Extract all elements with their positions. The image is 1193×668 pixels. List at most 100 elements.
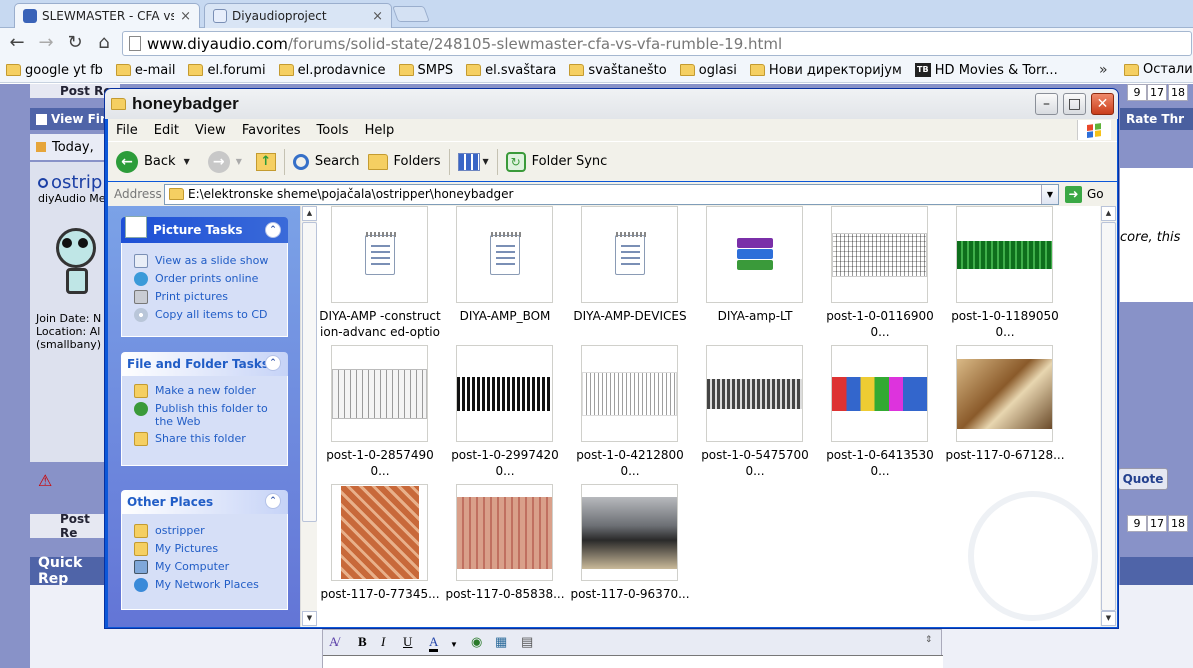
bookmark-folder[interactable]: el.svaštara: [466, 63, 556, 78]
collapse-chevron-icon[interactable]: ⌃: [265, 493, 281, 509]
scroll-down-icon[interactable]: ▼: [1101, 611, 1116, 626]
collapse-chevron-icon[interactable]: ⌃: [265, 355, 281, 371]
menu-help[interactable]: Help: [357, 123, 403, 138]
new-tab-button[interactable]: [392, 6, 430, 22]
menu-favorites[interactable]: Favorites: [234, 123, 309, 138]
menu-file[interactable]: File: [108, 123, 146, 138]
minimize-button[interactable]: –: [1035, 93, 1058, 115]
insert-link-icon[interactable]: ◉: [471, 634, 482, 652]
home-icon[interactable]: ⌂: [93, 32, 115, 54]
bookmark-hd-movies[interactable]: TB HD Movies & Torr...: [914, 63, 1058, 78]
menu-edit[interactable]: Edit: [146, 123, 187, 138]
file-item[interactable]: post-117-0-77345...: [318, 484, 442, 602]
other-bookmarks[interactable]: Остали о: [1124, 62, 1193, 77]
font-color-icon[interactable]: A: [429, 634, 439, 652]
bookmark-folder[interactable]: e-mail: [115, 63, 175, 78]
file-item[interactable]: post-1-0-01169000...: [818, 206, 942, 340]
go-button[interactable]: ➜ Go: [1065, 185, 1104, 203]
bookmark-folder[interactable]: svaštanešto: [569, 63, 667, 78]
window-titlebar[interactable]: honeybadger – □ ✕: [105, 89, 1118, 119]
maximize-button[interactable]: □: [1063, 93, 1086, 115]
page-number[interactable]: 17: [1147, 84, 1167, 101]
forward-dropdown-icon[interactable]: ▼: [236, 157, 242, 166]
insert-image-icon[interactable]: ▦: [495, 634, 507, 652]
view-first-unread[interactable]: View Fir: [30, 108, 110, 130]
resize-editor-icon[interactable]: ⇕: [925, 634, 933, 652]
back-dropdown-icon[interactable]: ▼: [184, 157, 190, 166]
menu-view[interactable]: View: [187, 123, 234, 138]
collapse-chevron-icon[interactable]: ⌃: [265, 222, 281, 238]
scroll-thumb[interactable]: [1101, 222, 1116, 611]
task-slide-show[interactable]: View as a slide show: [122, 252, 287, 270]
page-number[interactable]: 17: [1147, 515, 1167, 532]
scroll-thumb[interactable]: [302, 222, 317, 522]
picture-tasks-header[interactable]: Picture Tasks ⌃: [121, 216, 288, 243]
file-item[interactable]: post-117-0-85838...: [443, 484, 567, 602]
forward-button[interactable]: → ▼: [198, 150, 242, 173]
post-reply-button[interactable]: Post Re: [30, 512, 110, 540]
folders-button[interactable]: Folders: [367, 153, 441, 170]
close-button[interactable]: ✕: [1091, 93, 1114, 115]
username[interactable]: ostrip: [38, 172, 102, 193]
file-item[interactable]: post-117-0-96370...: [568, 484, 692, 602]
underline-icon[interactable]: U: [403, 634, 412, 652]
report-post-icon[interactable]: ⚠: [38, 471, 52, 490]
quote-button[interactable]: Quote: [1118, 468, 1168, 490]
task-share-folder[interactable]: Share this folder: [122, 430, 287, 448]
bookmark-folder[interactable]: el.forumi: [188, 63, 266, 78]
scroll-up-icon[interactable]: ▲: [1101, 206, 1116, 221]
tab-diyaudioproject[interactable]: Diyaudioproject ×: [204, 3, 392, 28]
scroll-up-icon[interactable]: ▲: [302, 206, 317, 221]
search-button[interactable]: Search: [292, 153, 360, 170]
page-number[interactable]: 18: [1168, 515, 1188, 532]
other-places-header[interactable]: Other Places ⌃: [121, 490, 288, 514]
bookmark-folder[interactable]: Нови директоријум: [749, 63, 902, 78]
task-order-prints[interactable]: Order prints online: [122, 270, 287, 288]
file-item[interactable]: post-1-0-11890500...: [943, 206, 1067, 340]
close-tab-icon[interactable]: ×: [372, 9, 383, 24]
menu-tools[interactable]: Tools: [309, 123, 357, 138]
place-my-pictures[interactable]: My Pictures: [122, 540, 287, 558]
file-item[interactable]: DIYA-AMP-DEVICES: [568, 206, 692, 324]
bookmark-folder[interactable]: el.prodavnice: [278, 63, 386, 78]
task-print-pictures[interactable]: Print pictures: [122, 288, 287, 306]
reply-textarea[interactable]: [323, 655, 943, 668]
file-item[interactable]: post-1-0-28574900...: [318, 345, 442, 479]
folder-sync-button[interactable]: ↻ Folder Sync: [505, 151, 607, 172]
place-my-network[interactable]: My Network Places: [122, 576, 287, 594]
rate-thread-button[interactable]: Rate Thr: [1120, 108, 1193, 130]
page-number[interactable]: 9: [1127, 515, 1147, 532]
bookmark-folder[interactable]: google yt fb: [6, 63, 103, 78]
address-dropdown-icon[interactable]: ▼: [1041, 184, 1058, 204]
insert-quote-icon[interactable]: ▤: [521, 634, 533, 652]
task-publish-web[interactable]: Publish this folder to the Web: [122, 400, 287, 430]
place-my-computer[interactable]: My Computer: [122, 558, 287, 576]
page-number[interactable]: 18: [1168, 84, 1188, 101]
file-item[interactable]: DIYA-AMP_BOM: [443, 206, 567, 324]
address-field[interactable]: E:\elektronske sheme\pojačala\ostripper\…: [164, 183, 1059, 205]
file-item[interactable]: post-117-0-67128...: [943, 345, 1067, 463]
task-new-folder[interactable]: Make a new folder: [122, 382, 287, 400]
file-item[interactable]: post-1-0-54757000...: [693, 345, 817, 479]
up-folder-button[interactable]: ↑: [250, 152, 276, 171]
bold-icon[interactable]: B: [358, 634, 367, 652]
reload-icon[interactable]: ↻: [64, 32, 86, 54]
file-item[interactable]: post-1-0-42128000...: [568, 345, 692, 479]
page-number[interactable]: 9: [1127, 84, 1147, 101]
bookmark-folder[interactable]: oglasi: [679, 63, 737, 78]
bookmark-folder[interactable]: SMPS: [398, 63, 453, 78]
bookmarks-overflow-chevron[interactable]: »: [1099, 62, 1108, 78]
file-folder-tasks-header[interactable]: File and Folder Tasks ⌃: [121, 352, 288, 376]
task-copy-to-cd[interactable]: Copy all items to CD: [122, 306, 287, 324]
address-bar[interactable]: www.diyaudio.com /forums/solid-state/248…: [122, 31, 1192, 56]
clear-format-icon[interactable]: A̸: [329, 634, 338, 652]
file-item[interactable]: DIYA-amp-LT: [693, 206, 817, 324]
views-button[interactable]: ▼: [457, 152, 489, 171]
views-dropdown-icon[interactable]: ▼: [483, 157, 489, 166]
back-button[interactable]: ← Back ▼: [116, 150, 190, 173]
back-arrow-icon[interactable]: ←: [6, 32, 28, 54]
tab-slewmaster[interactable]: SLEWMASTER - CFA vs. ×: [14, 3, 200, 28]
scroll-down-icon[interactable]: ▼: [302, 611, 317, 626]
file-item[interactable]: DIYA-AMP -construction-advanc ed-options: [318, 206, 442, 356]
forward-arrow-icon[interactable]: →: [35, 32, 57, 54]
